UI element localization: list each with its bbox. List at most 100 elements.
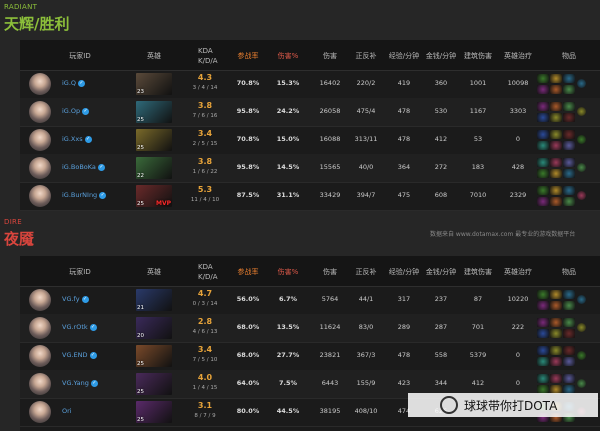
item-icon[interactable]	[563, 290, 575, 299]
item-icon[interactable]	[550, 169, 562, 178]
player-row[interactable]: iG.BoBoKa ✓ 22 3.8 1 / 6 / 22 95.8% 14.5%…	[20, 154, 600, 183]
item-icon[interactable]	[550, 130, 562, 139]
item-icon[interactable]	[537, 158, 549, 167]
player-name[interactable]: VG.Yang	[62, 379, 89, 387]
item-icon[interactable]	[550, 329, 562, 338]
item-icon[interactable]	[550, 346, 562, 355]
item-icon[interactable]	[537, 346, 549, 355]
item-icon[interactable]	[537, 357, 549, 366]
item-icon[interactable]	[550, 113, 562, 122]
hero-portrait[interactable]: 25	[136, 129, 172, 151]
item-icon[interactable]	[537, 301, 549, 310]
item-icon[interactable]	[537, 329, 549, 338]
player-name-link[interactable]: Ori	[62, 407, 72, 415]
hero-portrait[interactable]: 21	[136, 289, 172, 311]
item-icon[interactable]	[550, 186, 562, 195]
item-icon[interactable]	[550, 85, 562, 94]
player-avatar[interactable]	[29, 157, 51, 179]
player-avatar[interactable]	[29, 373, 51, 395]
item-icon[interactable]	[563, 346, 575, 355]
neutral-item-icon[interactable]	[577, 191, 586, 200]
player-name[interactable]: iG.Q	[62, 79, 76, 87]
item-icon[interactable]	[537, 85, 549, 94]
item-icon[interactable]	[537, 74, 549, 83]
item-icon[interactable]	[563, 158, 575, 167]
item-icon[interactable]	[537, 374, 549, 383]
item-icon[interactable]	[537, 102, 549, 111]
player-name[interactable]: iG.BoBoKa	[62, 163, 96, 171]
item-icon[interactable]	[550, 374, 562, 383]
neutral-item-icon[interactable]	[577, 351, 586, 360]
player-name-link[interactable]: iG.Q ✓	[62, 79, 86, 87]
player-name[interactable]: VG.END	[62, 351, 88, 359]
player-avatar[interactable]	[29, 73, 51, 95]
item-icon[interactable]	[563, 374, 575, 383]
item-icon[interactable]	[563, 130, 575, 139]
item-icon[interactable]	[563, 301, 575, 310]
item-icon[interactable]	[563, 318, 575, 327]
item-icon[interactable]	[563, 197, 575, 206]
player-name-link[interactable]: iG.Op ✓	[62, 107, 90, 115]
item-icon[interactable]	[550, 158, 562, 167]
item-icon[interactable]	[537, 290, 549, 299]
item-icon[interactable]	[550, 301, 562, 310]
player-name[interactable]: VG.rOtk	[62, 323, 88, 331]
item-icon[interactable]	[537, 113, 549, 122]
player-name[interactable]: Ori	[62, 407, 72, 415]
item-icon[interactable]	[550, 74, 562, 83]
player-row[interactable]: iG.BurNIng ✓ 25 MVP 5.3 11 / 4 / 10 87.5%…	[20, 182, 600, 211]
hero-portrait[interactable]: 20	[136, 317, 172, 339]
player-name-link[interactable]: VG.fy ✓	[62, 295, 89, 303]
item-icon[interactable]	[550, 197, 562, 206]
player-avatar[interactable]	[29, 317, 51, 339]
player-avatar[interactable]	[29, 401, 51, 423]
item-icon[interactable]	[563, 186, 575, 195]
neutral-item-icon[interactable]	[577, 379, 586, 388]
player-name[interactable]: VG.fy	[62, 295, 80, 303]
hero-portrait[interactable]: 25 MVP	[136, 185, 172, 207]
item-icon[interactable]	[537, 169, 549, 178]
player-name-link[interactable]: VG.END ✓	[62, 351, 97, 359]
hero-portrait[interactable]: 23	[136, 73, 172, 95]
neutral-item-icon[interactable]	[577, 135, 586, 144]
item-icon[interactable]	[563, 357, 575, 366]
item-icon[interactable]	[563, 102, 575, 111]
player-name-link[interactable]: iG.Xxs ✓	[62, 135, 92, 143]
player-name-link[interactable]: iG.BoBoKa ✓	[62, 163, 105, 171]
item-icon[interactable]	[537, 130, 549, 139]
item-icon[interactable]	[550, 290, 562, 299]
player-name[interactable]: iG.BurNIng	[62, 191, 97, 199]
hero-portrait[interactable]: 25	[136, 401, 172, 423]
item-icon[interactable]	[550, 141, 562, 150]
neutral-item-icon[interactable]	[577, 323, 586, 332]
hero-portrait[interactable]: 22	[136, 157, 172, 179]
player-row[interactable]: VG.rOtk ✓ 20 2.8 4 / 6 / 13 68.0% 13.5% 1…	[20, 314, 600, 343]
item-icon[interactable]	[563, 113, 575, 122]
player-avatar[interactable]	[29, 185, 51, 207]
neutral-item-icon[interactable]	[577, 295, 586, 304]
item-icon[interactable]	[537, 197, 549, 206]
player-avatar[interactable]	[29, 101, 51, 123]
player-name-link[interactable]: VG.Yang ✓	[62, 379, 98, 387]
hero-portrait[interactable]: 25	[136, 345, 172, 367]
neutral-item-icon[interactable]	[577, 163, 586, 172]
player-row[interactable]: VG.END ✓ 25 3.4 7 / 5 / 10 68.0% 27.7% 23…	[20, 342, 600, 371]
player-name[interactable]: iG.Xxs	[62, 135, 83, 143]
item-icon[interactable]	[563, 329, 575, 338]
player-name-link[interactable]: VG.rOtk ✓	[62, 323, 97, 331]
player-row[interactable]: iG.Op ✓ 25 3.8 7 / 6 / 16 95.8% 24.2% 260…	[20, 98, 600, 127]
player-avatar[interactable]	[29, 289, 51, 311]
neutral-item-icon[interactable]	[577, 79, 586, 88]
player-avatar[interactable]	[29, 129, 51, 151]
item-icon[interactable]	[563, 85, 575, 94]
item-icon[interactable]	[537, 141, 549, 150]
item-icon[interactable]	[563, 169, 575, 178]
hero-portrait[interactable]: 25	[136, 373, 172, 395]
item-icon[interactable]	[563, 141, 575, 150]
player-name-link[interactable]: iG.BurNIng ✓	[62, 191, 107, 199]
item-icon[interactable]	[550, 102, 562, 111]
player-avatar[interactable]	[29, 345, 51, 367]
item-icon[interactable]	[550, 318, 562, 327]
item-icon[interactable]	[537, 318, 549, 327]
player-row[interactable]: iG.Q ✓ 23 4.3 3 / 4 / 14 70.8% 15.3% 1640…	[20, 70, 600, 99]
